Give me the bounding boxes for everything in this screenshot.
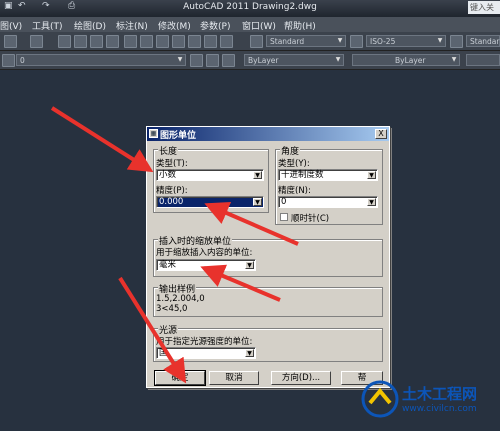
layer-state-icon[interactable] [2, 54, 15, 67]
dim-style-icon[interactable] [350, 35, 363, 48]
chevron-down-icon: ▼ [451, 56, 457, 63]
length-precision-label: 精度(P): [156, 186, 188, 196]
sample-line-2: 3<45,0 [156, 304, 188, 314]
markup-icon[interactable] [188, 35, 201, 48]
color-value: ByLayer [248, 56, 279, 65]
angle-precision-select[interactable]: 0 ▼ [278, 196, 378, 208]
layer-previous-icon[interactable] [206, 54, 219, 67]
angle-type-label: 类型(Y): [278, 159, 310, 169]
window-title: AutoCAD 2011 Drawing2.dwg [183, 2, 317, 12]
cancel-button[interactable]: 取消 [209, 371, 259, 385]
layer-value: 0 [20, 56, 25, 65]
zoom-previous-icon[interactable] [106, 35, 119, 48]
direction-button[interactable]: 方向(D)... [271, 371, 331, 385]
menu-tools[interactable]: 工具(T) [32, 19, 63, 32]
pan-icon[interactable] [58, 35, 71, 48]
zoom-window-icon[interactable] [90, 35, 103, 48]
insertion-scale-group: 插入时的缩放单位 用于缩放插入内容的单位: 毫米 ▼ [153, 234, 383, 277]
menu-view[interactable]: 图(V) [0, 19, 22, 32]
chevron-down-icon: ▼ [253, 171, 262, 179]
ok-button[interactable]: 确定 [154, 370, 206, 386]
angle-group-label: 角度 [280, 144, 301, 157]
layers-toolbar: 0 ▼ ByLayer ▼ ByLayer ▼ [0, 51, 500, 70]
table-style-select[interactable]: Standar [466, 35, 500, 47]
close-button[interactable]: X [375, 129, 387, 139]
angle-type-select[interactable]: 十进制度数 ▼ [278, 169, 378, 181]
length-precision-value: 0.000 [159, 197, 184, 207]
units-icon: ▦ [149, 129, 158, 138]
angle-precision-label: 精度(N): [278, 186, 311, 196]
length-group-label: 长度 [158, 144, 179, 157]
layer-manager-icon[interactable] [222, 54, 235, 67]
angle-type-value: 十进制度数 [281, 170, 324, 180]
design-center-icon[interactable] [140, 35, 153, 48]
text-style-icon[interactable] [250, 35, 263, 48]
site-logo-icon [361, 380, 399, 418]
table-style-icon[interactable] [450, 35, 463, 48]
help-tool-icon[interactable] [220, 35, 233, 48]
dim-style-select[interactable]: ISO-25 ▼ [366, 35, 446, 47]
sheet-set-icon[interactable] [172, 35, 185, 48]
angle-precision-value: 0 [281, 197, 287, 207]
dialog-title-bar[interactable]: ▦ 图形单位 X [147, 127, 389, 141]
units-dialog: ▦ 图形单位 X 长度 类型(T): 小数 ▼ 精度(P): 0.000 ▼ 角… [146, 126, 390, 388]
sample-output-group: 输出样例 1.5,2.004,0 3<45,0 [153, 282, 383, 317]
menu-bar: 图(V) 工具(T) 绘图(D) 标注(N) 修改(M) 参数(P) 窗口(W)… [0, 17, 500, 32]
table-style-value: Standar [470, 37, 500, 46]
search-input[interactable]: 键入关 [468, 1, 500, 14]
menu-draw[interactable]: 绘图(D) [74, 19, 106, 32]
chevron-down-icon: ▼ [437, 37, 443, 44]
chevron-down-icon: ▼ [367, 198, 376, 206]
angle-group: 角度 类型(Y): 十进制度数 ▼ 精度(N): 0 ▼ 顺时针(C) [275, 144, 383, 225]
standard-toolbar: Standard ▼ ISO-25 ▼ Standar [0, 32, 500, 51]
insertion-units-value: 毫米 [159, 260, 177, 270]
lineweight-select[interactable] [466, 54, 500, 66]
properties-icon[interactable] [124, 35, 137, 48]
color-select[interactable]: ByLayer ▼ [244, 54, 344, 66]
chevron-down-icon: ▼ [253, 198, 262, 206]
length-group: 长度 类型(T): 小数 ▼ 精度(P): 0.000 ▼ [153, 144, 269, 213]
menu-dimension[interactable]: 标注(N) [116, 19, 148, 32]
lighting-units-select[interactable]: 国 ▼ [156, 347, 256, 359]
dim-style-value: ISO-25 [370, 37, 396, 46]
redo-tool-icon[interactable] [30, 35, 43, 48]
dialog-title: 图形单位 [160, 131, 197, 141]
menu-modify[interactable]: 修改(M) [158, 19, 191, 32]
clockwise-checkbox[interactable] [280, 213, 288, 221]
watermark-name: 土木工程网 [402, 385, 478, 403]
lighting-units-value: 国 [159, 348, 168, 358]
text-style-select[interactable]: Standard ▼ [266, 35, 346, 47]
text-style-value: Standard [270, 37, 305, 46]
lighting-desc: 用于指定光源强度的单位: [156, 337, 253, 347]
lighting-group: 光源 用于指定光源强度的单位: 国 ▼ [153, 323, 383, 362]
sample-line-1: 1.5,2.004,0 [156, 294, 205, 304]
chevron-down-icon: ▼ [245, 349, 254, 357]
chevron-down-icon: ▼ [335, 56, 341, 63]
linetype-select[interactable]: ByLayer ▼ [352, 54, 460, 66]
chevron-down-icon: ▼ [337, 37, 343, 44]
menu-window[interactable]: 窗口(W) [242, 19, 276, 32]
zoom-realtime-icon[interactable] [74, 35, 87, 48]
menu-help[interactable]: 帮助(H) [284, 19, 316, 32]
linetype-value: ByLayer [395, 56, 426, 65]
length-type-select[interactable]: 小数 ▼ [156, 169, 264, 181]
length-precision-select[interactable]: 0.000 ▼ [156, 196, 264, 208]
menu-parameter[interactable]: 参数(P) [200, 19, 230, 32]
chevron-down-icon: ▼ [367, 171, 376, 179]
insertion-scale-desc: 用于缩放插入内容的单位: [156, 248, 253, 258]
app-title-bar: ▣ ↶ ↷ ⎙ AutoCAD 2011 Drawing2.dwg 键入关 [0, 0, 500, 17]
undo-tool-icon[interactable] [4, 35, 17, 48]
calculator-icon[interactable] [204, 35, 217, 48]
tool-palettes-icon[interactable] [156, 35, 169, 48]
length-type-label: 类型(T): [156, 159, 188, 169]
clockwise-label[interactable]: 顺时针(C) [291, 212, 329, 224]
insertion-units-select[interactable]: 毫米 ▼ [156, 259, 256, 271]
watermark: 土木工程网 www.civilcn.com [360, 377, 500, 431]
make-current-icon[interactable] [190, 54, 203, 67]
watermark-url: www.civilcn.com [402, 404, 477, 414]
chevron-down-icon: ▼ [245, 261, 254, 269]
length-type-value: 小数 [159, 170, 177, 180]
layer-select[interactable]: 0 ▼ [16, 54, 186, 66]
chevron-down-icon: ▼ [177, 56, 183, 63]
